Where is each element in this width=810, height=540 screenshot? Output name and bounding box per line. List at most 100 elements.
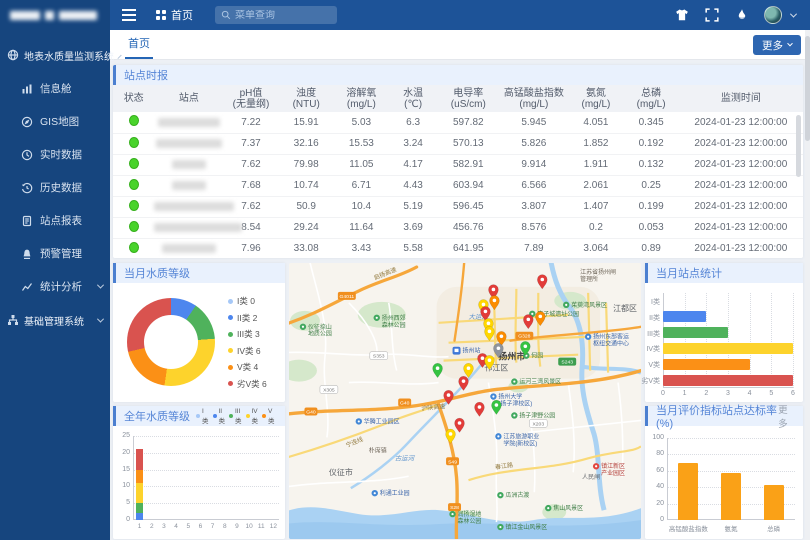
stack-segment-劣V类[interactable] (136, 449, 143, 469)
map-poi[interactable] (511, 412, 517, 418)
map-poi[interactable] (300, 324, 306, 330)
map-poi[interactable] (453, 347, 461, 355)
gis-map[interactable]: G40G40G4011S49G328S353X305S243X203S28扬州市… (289, 263, 641, 539)
hbar-V类[interactable] (663, 359, 750, 370)
gridline (706, 293, 707, 388)
station-marker-red[interactable] (444, 390, 454, 404)
table-row[interactable]: 8.5429.2411.643.69456.768.5760.20.053202… (113, 217, 803, 238)
month-station-chart[interactable]: 0123456I类II类III类IV类V类劣V类 (663, 293, 793, 388)
stack-segment-III类[interactable] (136, 503, 143, 513)
year-legend-item[interactable]: V类 (262, 408, 275, 425)
station-marker-red[interactable] (455, 418, 465, 432)
map-poi[interactable] (585, 334, 591, 340)
sidebar-item-GIS地图[interactable]: GIS地图 (0, 105, 110, 138)
x-cat-label: 总磷 (749, 523, 799, 533)
status-dot-normal (129, 115, 139, 126)
map-poi[interactable] (593, 463, 599, 469)
year-legend-item[interactable]: III类 (229, 408, 242, 425)
station-marker-yellow[interactable] (446, 429, 456, 443)
gridline (133, 503, 279, 504)
map-poi-label: 扬州东部客运枢纽交通中心 (593, 333, 629, 348)
table-row[interactable]: 7.2215.915.036.3597.825.9454.0510.345202… (113, 112, 803, 133)
cell-value: 7.68 (223, 175, 278, 196)
rate-chart[interactable]: 020406080100高锰酸盐指数氨氮总磷 (667, 438, 795, 520)
map-poi[interactable] (545, 505, 551, 511)
year-legend-item[interactable]: II类 (213, 408, 226, 425)
x-tick-label: 8 (220, 523, 229, 530)
map-poi[interactable] (497, 492, 503, 498)
tab-home[interactable]: 首页 (125, 35, 153, 59)
rate-bar-高锰酸盐指数[interactable] (678, 463, 698, 520)
map-poi[interactable] (356, 418, 362, 424)
stack-segment-V类[interactable] (136, 470, 143, 483)
hbar-III类[interactable] (663, 327, 728, 338)
theme-skin-icon[interactable] (674, 8, 689, 23)
sidebar-item-label: GIS地图 (40, 114, 79, 129)
sidebar-section-1[interactable]: 基础管理系统 (0, 303, 110, 337)
rate-bar-氨氮[interactable] (721, 473, 741, 520)
map-poi[interactable] (495, 433, 501, 439)
gridline (793, 293, 794, 388)
road-shield: S28 (448, 503, 461, 511)
hbar-IV类[interactable] (663, 343, 793, 354)
breadcrumb[interactable]: 首页 (156, 7, 193, 23)
station-marker-green[interactable] (433, 363, 443, 377)
rate-more-link[interactable]: 更多 (778, 402, 795, 430)
map-poi[interactable] (374, 315, 380, 321)
sidebar-item-信息舱[interactable]: 信息舱 (0, 72, 110, 105)
page-scrollbar[interactable] (805, 30, 810, 540)
cell-value: 7.89 (499, 238, 568, 258)
map-poi[interactable] (372, 490, 378, 496)
cell-value: 6.71 (334, 175, 389, 196)
legend-item[interactable]: IV类 6 (228, 345, 267, 357)
map-poi[interactable] (511, 378, 517, 384)
menu-search-box[interactable] (215, 6, 337, 24)
hbar-II类[interactable] (663, 311, 706, 322)
year-legend-item[interactable]: I类 (196, 408, 209, 425)
table-row[interactable]: 7.6250.910.45.19596.453.8071.4070.199202… (113, 196, 803, 217)
table-scrollbar[interactable] (796, 115, 801, 177)
legend-item[interactable]: V类 4 (228, 361, 267, 373)
map-poi[interactable] (563, 302, 569, 308)
station-marker-red[interactable] (475, 402, 485, 416)
sidebar-item-实时数据[interactable]: 实时数据 (0, 138, 110, 171)
legend-item[interactable]: I类 0 (228, 295, 267, 307)
hbar-劣V类[interactable] (663, 375, 793, 386)
cell-value: 50.9 (279, 196, 334, 217)
legend-item[interactable]: 劣V类 6 (228, 378, 267, 390)
user-avatar[interactable] (764, 6, 782, 24)
year-legend-item[interactable]: IV类 (246, 408, 259, 425)
station-marker-red[interactable] (537, 275, 547, 289)
cell-value: 596.45 (437, 196, 499, 217)
menu-search-input[interactable] (235, 10, 325, 21)
user-menu-chevron-icon[interactable] (790, 10, 797, 17)
sidebar-section-0[interactable]: 地表水质量监测系统 (0, 38, 110, 72)
sidebar-item-统计分析[interactable]: 统计分析 (0, 270, 110, 303)
flame-icon[interactable] (734, 8, 749, 23)
svg-text:S28: S28 (450, 505, 459, 511)
sidebar-item-历史数据[interactable]: 历史数据 (0, 171, 110, 204)
sidebar-item-站点报表[interactable]: 站点报表 (0, 204, 110, 237)
rate-bar-总磷[interactable] (764, 485, 784, 520)
table-row[interactable]: 7.6279.9811.054.17582.919.9141.9110.1322… (113, 154, 803, 175)
year-grade-chart[interactable]: 0510152025123456789101112 (133, 436, 279, 520)
stack-segment-II类[interactable] (136, 513, 143, 520)
map-poi[interactable] (490, 393, 496, 399)
sidebar-item-预警管理[interactable]: 预警管理 (0, 237, 110, 270)
map-canvas[interactable]: G40G40G4011S49G328S353X305S243X203S28扬州市… (289, 263, 641, 539)
table-row[interactable]: 7.3732.1615.533.24570.135.8261.8520.1922… (113, 133, 803, 154)
legend-item[interactable]: III类 3 (228, 328, 267, 340)
table-row[interactable]: 7.6810.746.714.43603.946.5662.0610.25202… (113, 175, 803, 196)
month-grade-donut-chart[interactable] (127, 298, 215, 386)
fullscreen-icon[interactable] (704, 8, 719, 23)
map-poi[interactable] (449, 511, 455, 517)
more-button[interactable]: 更多 (753, 35, 801, 55)
map-poi[interactable] (497, 524, 503, 530)
legend-item[interactable]: II类 2 (228, 312, 267, 324)
cell-value: 1.852 (568, 133, 623, 154)
stack-segment-IV类[interactable] (136, 483, 143, 503)
cell-value: 8.576 (499, 217, 568, 238)
logo-blur-block (59, 11, 97, 20)
sidebar-toggle-button[interactable] (114, 0, 144, 30)
table-row[interactable]: 7.9633.083.435.58641.957.893.0640.892024… (113, 238, 803, 258)
